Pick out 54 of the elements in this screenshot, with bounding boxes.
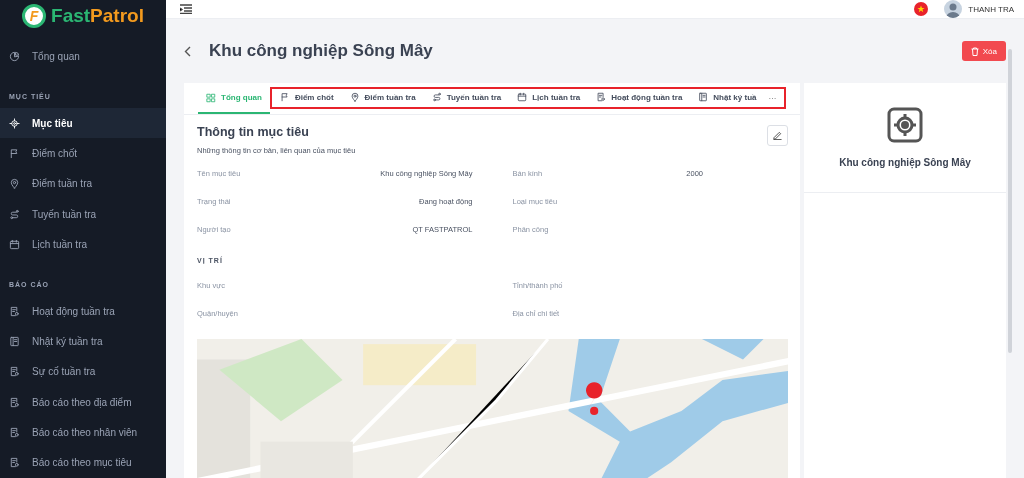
back-icon[interactable] [184, 45, 191, 57]
target-icon [9, 117, 20, 129]
report-icon [9, 396, 20, 408]
edit-button[interactable] [767, 125, 788, 146]
report-icon [9, 305, 20, 317]
route-icon [9, 208, 20, 220]
report-icon [9, 366, 20, 378]
sidebar-item[interactable]: Báo cáo theo nhân viên [0, 417, 166, 448]
location-pin-icon [349, 92, 360, 102]
tab[interactable]: Hoạt động tuần tra [588, 92, 691, 104]
scrollbar[interactable] [1008, 49, 1012, 353]
pencil-icon [773, 131, 782, 140]
avatar[interactable] [944, 0, 963, 18]
more-tabs-button[interactable]: ··· [764, 93, 777, 103]
sidebar-item[interactable]: Báo cáo theo mục tiêu [0, 447, 166, 478]
target-name: Khu công nghiệp Sông Mây [839, 157, 971, 168]
log-book-icon [698, 92, 709, 102]
sidebar-item[interactable]: Lịch tuần tra [0, 229, 166, 260]
report-icon [596, 92, 607, 102]
tab[interactable]: Tuyến tuần tra [423, 92, 510, 104]
route-icon [431, 92, 442, 102]
sidebar-item[interactable]: Tuyến tuần tra [0, 198, 166, 230]
pie-chart-icon [9, 50, 20, 62]
delete-button[interactable]: Xóa [961, 41, 1006, 61]
report-icon [9, 457, 20, 469]
tab[interactable]: Điểm tuần tra [341, 92, 424, 104]
sidebar-item[interactable]: Nhật ký tuần tra [0, 326, 166, 357]
flag-icon [9, 148, 20, 159]
flag-icon[interactable] [914, 2, 929, 16]
log-book-icon [9, 336, 20, 348]
target-icon [887, 107, 923, 143]
section-title: Thông tin mục tiêu [197, 125, 310, 139]
sidebar-item[interactable]: Tổng quan [0, 41, 166, 72]
sidebar-item[interactable]: Điểm tuần tra [0, 168, 166, 199]
sidebar-item[interactable]: Báo cáo theo địa điểm [0, 387, 166, 418]
report-icon [9, 427, 20, 438]
sidebar-item[interactable]: Sự cố tuần tra [0, 356, 166, 388]
sidebar-item[interactable]: Mục tiêu [0, 108, 166, 139]
user-name[interactable]: THANH TRA [968, 4, 1014, 14]
trash-icon [970, 46, 979, 56]
flag-icon [279, 92, 290, 102]
tab[interactable]: Lịch tuần tra [509, 92, 589, 104]
menu-icon[interactable] [180, 4, 192, 14]
calendar-icon [517, 92, 528, 102]
logo-icon: F [22, 3, 47, 28]
location-pin-icon [9, 178, 20, 190]
tab[interactable]: Điểm chốt [271, 92, 342, 104]
calendar-icon [9, 238, 20, 250]
logo-text: FastPatrol [51, 4, 144, 27]
sidebar-item[interactable]: Điểm chốt [0, 138, 166, 169]
grid-icon [206, 92, 216, 103]
sidebar-item[interactable]: Hoạt động tuần tra [0, 296, 166, 327]
page-title: Khu công nghiệp Sông Mây [209, 41, 434, 61]
tab[interactable]: Nhật ký tuầ [690, 92, 765, 104]
